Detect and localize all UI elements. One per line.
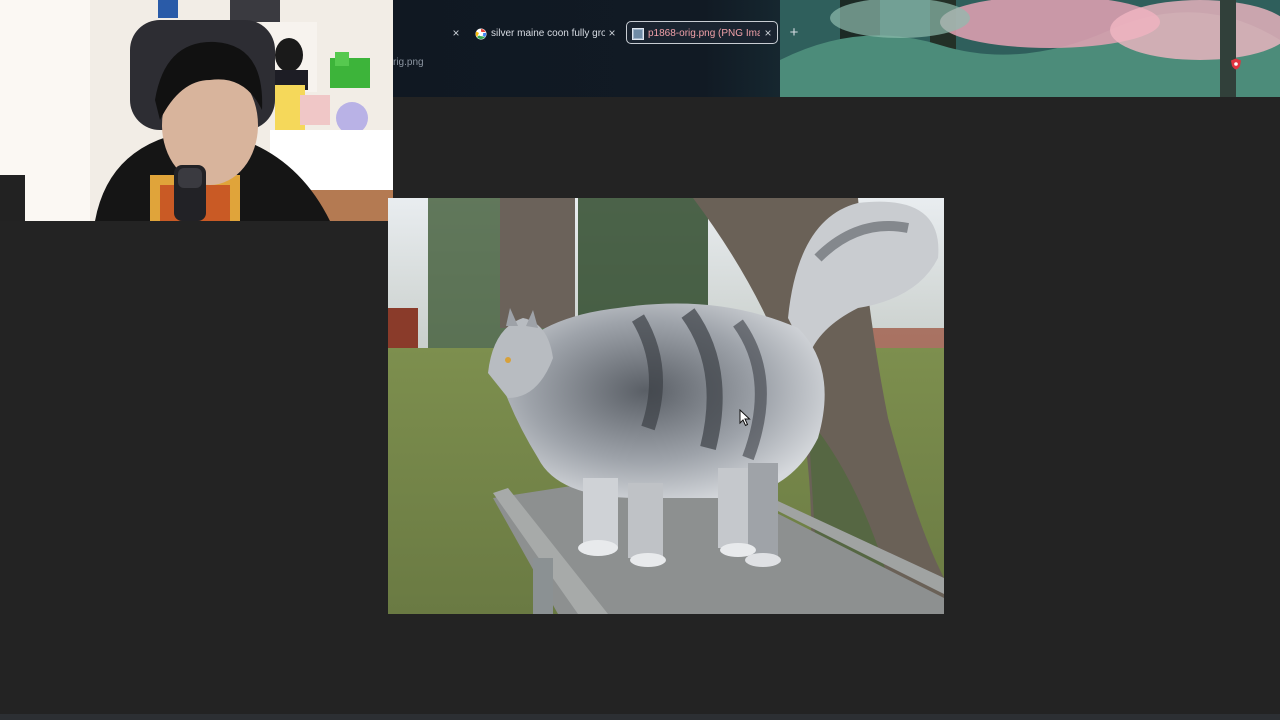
tab-google-search[interactable]: silver maine coon fully grown -: [475, 22, 605, 45]
theme-artwork: [780, 0, 1280, 97]
mouse-cursor-icon: [739, 409, 751, 427]
new-tab-button[interactable]: +: [786, 24, 802, 42]
shield-icon[interactable]: [1230, 58, 1242, 70]
webcam-overlay: [0, 0, 393, 221]
image-file-icon: [632, 27, 644, 40]
maine-coon-photo: [388, 198, 944, 614]
screen: × silver maine coon fully grown - × p186…: [0, 0, 1280, 720]
tab-2-close-button[interactable]: ×: [605, 25, 619, 41]
tab-label: p1868-orig.png (PNG Image, 8...: [648, 28, 760, 39]
tab-label: silver maine coon fully grown -: [491, 28, 605, 39]
google-icon: [475, 28, 487, 39]
taskbar-edge: [0, 714, 1280, 720]
tab-1-close-button[interactable]: ×: [449, 25, 463, 41]
tab-image-file[interactable]: p1868-orig.png (PNG Image, 8...: [632, 22, 760, 45]
address-bar-text[interactable]: rig.png: [393, 57, 424, 68]
tab-3-close-button[interactable]: ×: [761, 25, 775, 41]
